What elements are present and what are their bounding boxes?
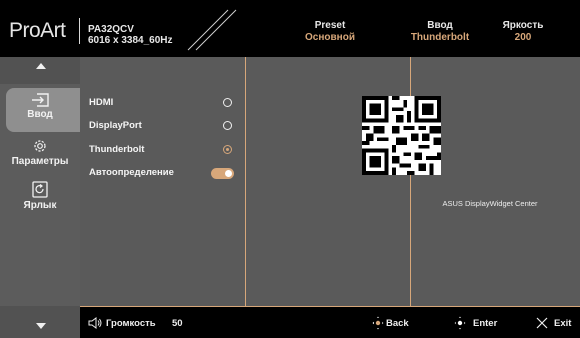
sidebar: Ввод Параметры Ярлык <box>0 57 80 338</box>
option-displayport[interactable]: DisplayPort <box>89 120 142 131</box>
joystick-left-icon <box>372 316 384 330</box>
column-divider <box>410 57 411 306</box>
status-brightness-value: 200 <box>514 32 532 43</box>
auto-detect-toggle[interactable] <box>211 168 234 179</box>
qr-code-image <box>362 96 441 175</box>
enter-button[interactable]: Enter <box>473 318 497 329</box>
sidebar-item-label: Параметры <box>11 156 69 167</box>
input-icon <box>32 93 49 107</box>
radio-displayport[interactable] <box>223 121 232 130</box>
speaker-icon <box>88 317 102 329</box>
resolution: 6016 x 3384_60Hz <box>88 35 173 46</box>
close-icon <box>536 317 548 329</box>
joystick-press-icon <box>454 316 466 330</box>
qr-caption: ASUS DisplayWidget Center <box>442 199 538 208</box>
option-hdmi[interactable]: HDMI <box>89 97 113 108</box>
exit-button[interactable]: Exit <box>554 318 571 329</box>
osd-header: ProArt PA32QCV 6016 x 3384_60Hz Preset О… <box>0 0 580 57</box>
back-button[interactable]: Back <box>386 318 409 329</box>
status-input: Ввод Thunderbolt <box>400 20 480 44</box>
status-input-value: Thunderbolt <box>410 32 470 43</box>
radio-hdmi[interactable] <box>223 98 232 107</box>
scroll-up-icon[interactable] <box>36 63 46 69</box>
volume-label: Громкость <box>106 318 156 329</box>
osd-footer: Громкость 50 Back Enter Exit <box>80 306 580 338</box>
scroll-down-icon[interactable] <box>36 323 46 329</box>
volume-value: 50 <box>172 318 183 329</box>
sidebar-item-input[interactable]: Ввод <box>0 93 80 120</box>
status-preset-label: Preset <box>314 20 346 31</box>
shortcut-icon <box>32 181 48 198</box>
sidebar-item-label: Ярлык <box>23 200 57 211</box>
status-brightness-label: Яркость <box>502 20 544 31</box>
monitor-osd: ProArt PA32QCV 6016 x 3384_60Hz Preset О… <box>0 0 580 338</box>
status-preset-value: Основной <box>305 32 355 43</box>
sidebar-item-settings[interactable]: Параметры <box>0 138 80 167</box>
gear-icon <box>34 140 46 152</box>
main-panel: HDMI DisplayPort Thunderbolt Автоопредел… <box>80 57 580 306</box>
option-thunderbolt[interactable]: Thunderbolt <box>89 144 144 155</box>
model-name: PA32QCV <box>88 24 134 35</box>
sidebar-item-shortcut[interactable]: Ярлык <box>0 181 80 211</box>
logo-divider <box>79 18 80 44</box>
status-brightness: Яркость 200 <box>493 20 553 44</box>
proart-logo: ProArt <box>9 19 66 42</box>
status-preset: Preset Основной <box>300 20 360 44</box>
status-input-label: Ввод <box>427 20 453 31</box>
model-info: PA32QCV 6016 x 3384_60Hz <box>88 24 173 46</box>
radio-thunderbolt[interactable] <box>223 145 232 154</box>
sidebar-item-label: Ввод <box>27 109 53 120</box>
header-slash-decoration <box>187 9 237 51</box>
option-auto-detect[interactable]: Автоопределение <box>89 167 174 178</box>
column-divider <box>245 57 246 306</box>
